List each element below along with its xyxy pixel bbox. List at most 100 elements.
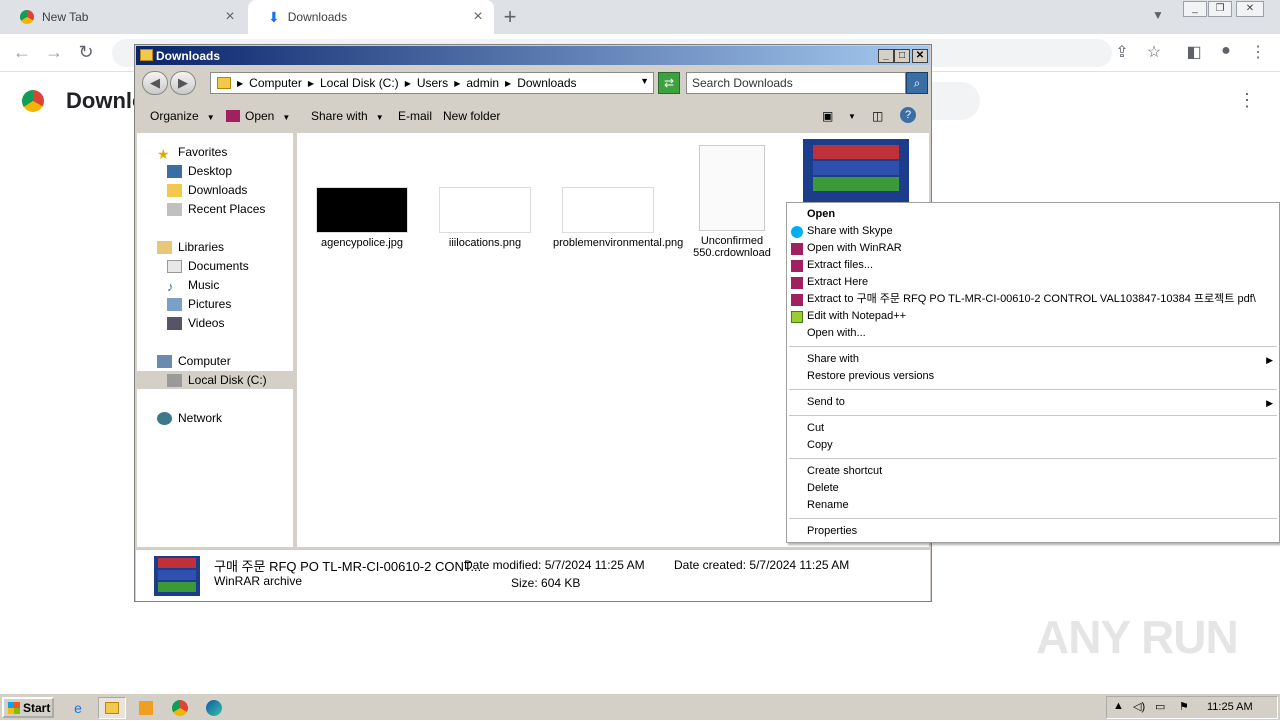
- file-name: agencypolice.jpg: [321, 237, 403, 249]
- search-icon[interactable]: ⌕: [906, 72, 928, 94]
- internet-explorer-icon[interactable]: e: [64, 697, 92, 719]
- menu-item-extract-here[interactable]: Extract Here: [807, 274, 868, 291]
- chevron-up-icon[interactable]: ▲: [1113, 700, 1124, 712]
- chevron-right-icon[interactable]: ▶: [505, 79, 511, 88]
- menu-item-properties[interactable]: Properties: [807, 523, 857, 540]
- nav-network[interactable]: Network: [157, 409, 222, 427]
- close-window-icon[interactable]: ✕: [1236, 1, 1264, 17]
- nav-desktop[interactable]: Desktop: [167, 162, 232, 180]
- nav-recent-places[interactable]: Recent Places: [167, 200, 265, 218]
- file-item-selected[interactable]: [801, 139, 911, 203]
- volume-icon[interactable]: ◁): [1133, 700, 1145, 713]
- menu-item-share-skype[interactable]: Share with Skype: [807, 223, 893, 240]
- email-button[interactable]: E-mail: [398, 109, 432, 123]
- chevron-down-icon[interactable]: ▼: [640, 76, 649, 86]
- network-icon[interactable]: ▭: [1155, 700, 1165, 713]
- menu-item-open-with[interactable]: Open with...: [807, 325, 866, 342]
- chevron-right-icon[interactable]: ▶: [405, 79, 411, 88]
- nav-favorites[interactable]: ★ Favorites: [157, 143, 227, 162]
- media-player-icon[interactable]: [132, 697, 160, 719]
- close-icon[interactable]: ✕: [912, 49, 928, 63]
- menu-item-edit-notepad[interactable]: Edit with Notepad++: [807, 308, 906, 325]
- back-button[interactable]: ◀: [142, 71, 168, 95]
- tab-search-chevron-icon[interactable]: ▼: [1152, 8, 1164, 22]
- flag-icon[interactable]: ⚑: [1179, 700, 1189, 713]
- new-folder-button[interactable]: New folder: [443, 109, 500, 123]
- menu-item-delete[interactable]: Delete: [807, 480, 839, 497]
- back-arrow-icon[interactable]: ←: [10, 42, 34, 63]
- close-tab-icon[interactable]: ×: [220, 8, 240, 26]
- forward-button[interactable]: ▶: [170, 71, 196, 95]
- file-explorer-icon[interactable]: [98, 697, 126, 719]
- tab-downloads[interactable]: ⬇ Downloads ×: [248, 0, 494, 34]
- menu-item-copy[interactable]: Copy: [807, 437, 833, 454]
- bookmark-star-icon[interactable]: ☆: [1142, 42, 1166, 62]
- chevron-down-icon[interactable]: ▼: [848, 112, 856, 121]
- tab-new-tab[interactable]: New Tab ×: [0, 0, 246, 34]
- nav-downloads[interactable]: Downloads: [167, 181, 247, 199]
- menu-item-send-to[interactable]: Send to: [807, 394, 845, 411]
- breadcrumb[interactable]: ▶ Computer ▶ Local Disk (C:) ▶ Users ▶ a…: [210, 72, 654, 94]
- breadcrumb-users[interactable]: Users: [417, 76, 448, 90]
- new-tab-button[interactable]: +: [498, 4, 522, 30]
- breadcrumb-downloads[interactable]: Downloads: [517, 76, 576, 90]
- organize-button[interactable]: Organize ▼: [150, 109, 215, 123]
- winrar-icon: [791, 243, 803, 255]
- file-item[interactable]: Unconfirmed 550.crdownload: [677, 145, 787, 259]
- menu-item-restore[interactable]: Restore previous versions: [807, 368, 934, 385]
- minimize-icon[interactable]: _: [1183, 1, 1207, 17]
- nav-libraries[interactable]: Libraries: [157, 238, 224, 256]
- reload-icon[interactable]: ↻: [74, 42, 98, 63]
- start-button[interactable]: Start: [2, 697, 54, 718]
- winrar-archive-icon: [803, 139, 909, 203]
- nav-music[interactable]: ♪ Music: [167, 276, 219, 294]
- file-item[interactable]: problemenvironmental.png: [553, 187, 683, 249]
- edge-icon[interactable]: [200, 697, 228, 719]
- file-item[interactable]: agencypolice.jpg: [307, 187, 417, 249]
- nav-documents[interactable]: Documents: [167, 257, 249, 275]
- preview-pane-icon[interactable]: ◫: [872, 109, 883, 123]
- downloads-search-field[interactable]: [930, 82, 980, 120]
- context-menu: Open Share with Skype Open with WinRAR E…: [786, 202, 1280, 543]
- file-item[interactable]: iiilocations.png: [430, 187, 540, 249]
- share-with-button[interactable]: Share with ▼: [311, 109, 384, 123]
- search-input[interactable]: Search Downloads: [686, 72, 906, 94]
- refresh-icon[interactable]: ⇄: [658, 72, 680, 94]
- share-icon[interactable]: ⇪: [1110, 42, 1134, 62]
- menu-item-share-with[interactable]: Share with: [807, 351, 859, 368]
- menu-item-open[interactable]: Open: [807, 206, 835, 223]
- chrome-icon[interactable]: [166, 697, 194, 719]
- clock[interactable]: 11:25 AM: [1207, 701, 1253, 713]
- open-button[interactable]: Open ▼: [226, 109, 290, 123]
- menu-item-open-winrar[interactable]: Open with WinRAR: [807, 240, 902, 257]
- minimize-icon[interactable]: _: [878, 49, 894, 63]
- details-filename: 구매 주문 RFQ PO TL-MR-CI-00610-2 CONT...: [214, 559, 482, 574]
- profile-avatar-icon[interactable]: ●: [1214, 42, 1238, 60]
- breadcrumb-local-disk[interactable]: Local Disk (C:): [320, 76, 399, 90]
- forward-arrow-icon[interactable]: →: [42, 42, 66, 63]
- menu-item-extract-to[interactable]: Extract to 구매 주문 RFQ PO TL-MR-CI-00610-2…: [807, 291, 1256, 308]
- side-panel-icon[interactable]: ◧: [1182, 42, 1206, 62]
- more-actions-icon[interactable]: ⋮: [1238, 90, 1256, 111]
- breadcrumb-admin[interactable]: admin: [466, 76, 499, 90]
- restore-icon[interactable]: ❐: [1208, 1, 1232, 17]
- nav-videos[interactable]: Videos: [167, 314, 224, 332]
- breadcrumb-computer[interactable]: Computer: [249, 76, 302, 90]
- folder-icon: [140, 49, 153, 61]
- help-icon[interactable]: ?: [900, 107, 916, 123]
- menu-item-create-shortcut[interactable]: Create shortcut: [807, 463, 882, 480]
- explorer-titlebar[interactable]: Downloads _ □ ✕: [136, 46, 930, 65]
- nav-pictures[interactable]: Pictures: [167, 295, 231, 313]
- chrome-menu-icon[interactable]: ⋮: [1246, 42, 1270, 62]
- menu-item-cut[interactable]: Cut: [807, 420, 824, 437]
- menu-item-extract-files[interactable]: Extract files...: [807, 257, 873, 274]
- maximize-icon[interactable]: □: [894, 49, 910, 63]
- music-icon: ♪: [167, 278, 174, 294]
- menu-item-rename[interactable]: Rename: [807, 497, 849, 514]
- chevron-right-icon[interactable]: ▶: [308, 79, 314, 88]
- nav-computer[interactable]: Computer: [157, 352, 231, 370]
- view-icon[interactable]: ▣: [822, 109, 833, 123]
- chevron-right-icon[interactable]: ▶: [454, 79, 460, 88]
- nav-local-disk[interactable]: Local Disk (C:): [137, 371, 293, 389]
- close-tab-icon[interactable]: ×: [468, 8, 488, 26]
